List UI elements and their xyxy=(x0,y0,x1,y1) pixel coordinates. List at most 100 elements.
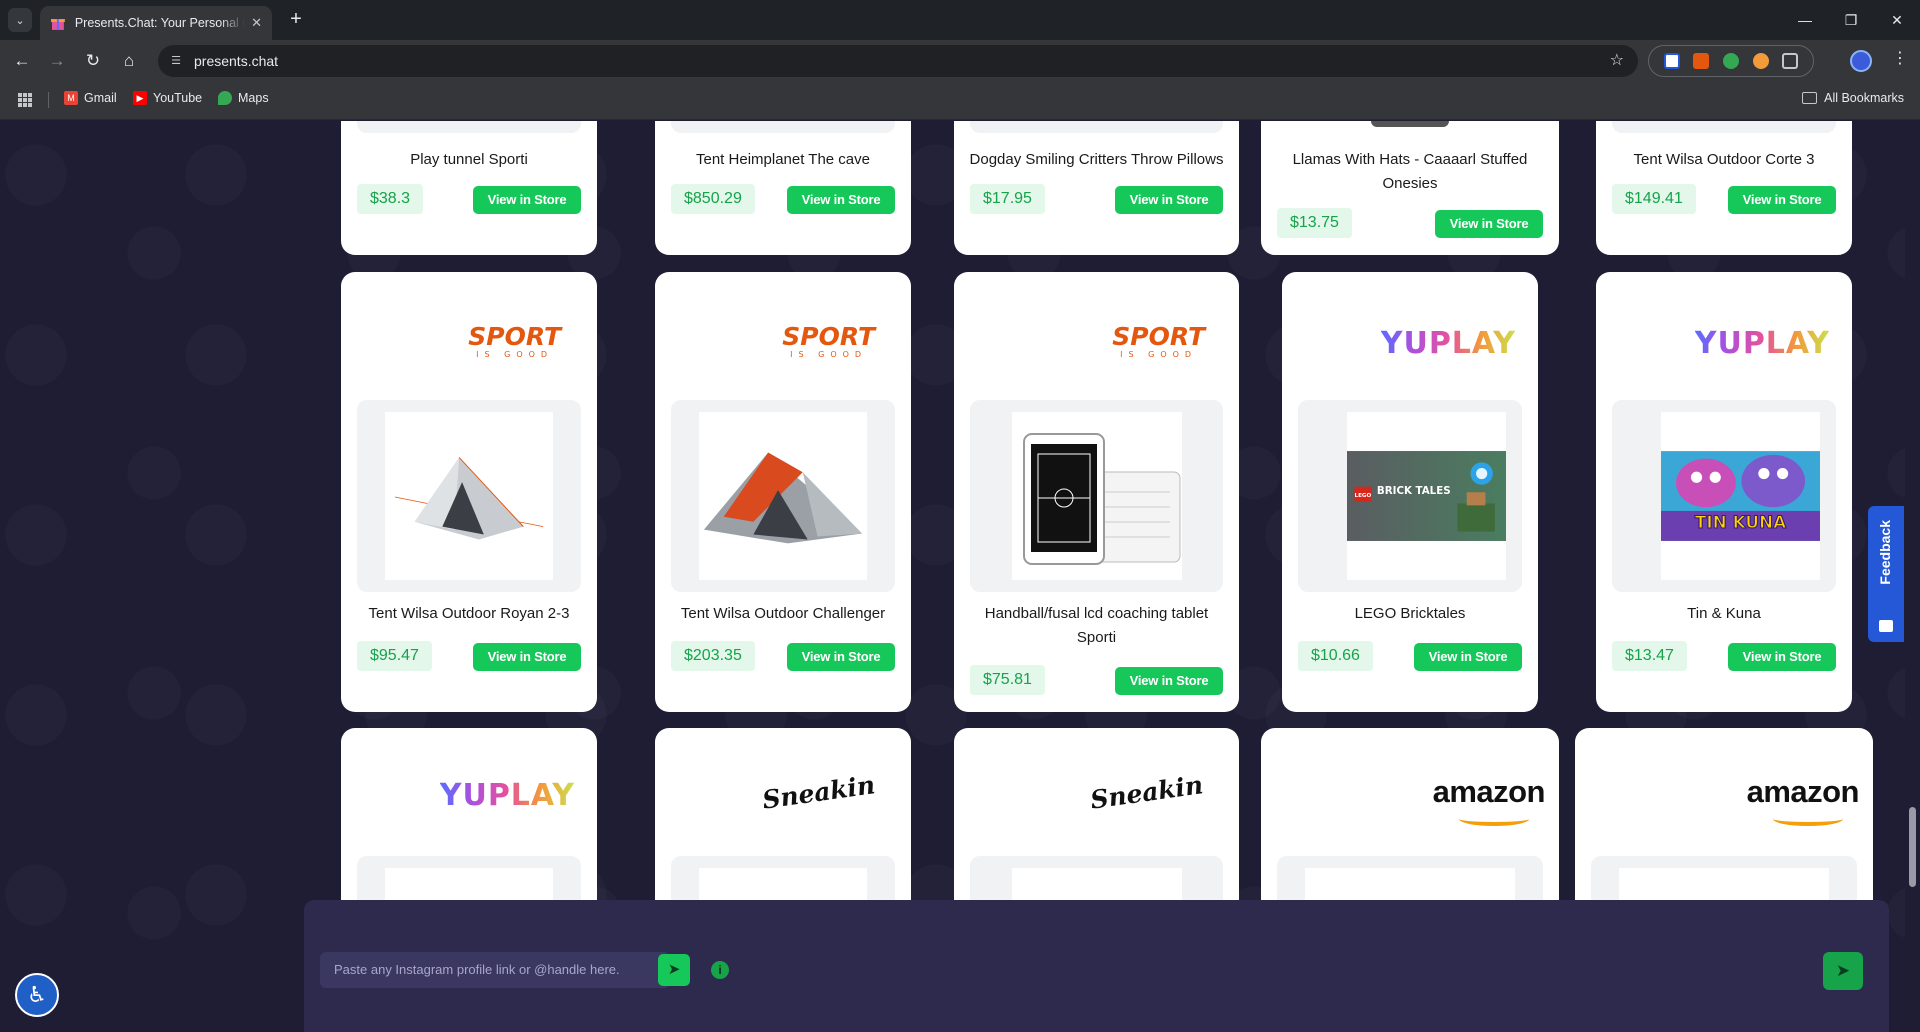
tab-close-icon[interactable]: ✕ xyxy=(251,15,262,31)
product-card: SPORT IS GOOD Tent Wilsa Outdoor Royan 2-… xyxy=(341,272,597,712)
product-title: Tent Wilsa Outdoor Corte 3 xyxy=(1633,151,1815,168)
instagram-handle-input[interactable]: Paste any Instagram profile link or @han… xyxy=(320,952,670,988)
all-bookmarks[interactable]: All Bookmarks xyxy=(1802,91,1904,105)
extensions-puzzle-icon[interactable] xyxy=(1782,53,1799,69)
product-card: Dogday Smiling Critters Throw Pillows $1… xyxy=(954,121,1239,255)
reload-icon[interactable]: ↻ xyxy=(80,48,106,74)
product-card: Play tunnel Sporti $38.3 View in Store xyxy=(341,121,597,255)
view-in-store-button[interactable]: View in Store xyxy=(473,186,581,214)
active-tab[interactable]: Presents.Chat: Your Personal Gift ✕ xyxy=(40,6,272,40)
tab-strip: ⌄ Presents.Chat: Your Personal Gift ✕ + … xyxy=(0,0,1920,40)
tab-search-button[interactable]: ⌄ xyxy=(8,8,32,32)
folder-icon xyxy=(1802,92,1818,104)
product-title: Play tunnel Sporti xyxy=(410,151,528,168)
feedback-tab[interactable]: Feedback xyxy=(1868,506,1904,642)
product-image-frame xyxy=(671,400,895,592)
bookmark-maps[interactable]: Maps xyxy=(218,91,269,105)
yuplay-logo: YUPLAY xyxy=(1694,326,1830,361)
tab-title: Presents.Chat: Your Personal Gift xyxy=(74,16,246,30)
home-icon[interactable]: ⌂ xyxy=(116,48,142,74)
sneakin-logo: Sneakin xyxy=(760,770,877,815)
view-in-store-button[interactable]: View in Store xyxy=(1414,643,1522,671)
svg-text:BRICK TALES: BRICK TALES xyxy=(1377,485,1451,497)
submit-send-button[interactable]: ➤ xyxy=(1823,952,1863,990)
presents-favicon-icon xyxy=(50,19,65,30)
bookmarks-divider xyxy=(48,92,49,108)
restore-icon[interactable]: ❐ xyxy=(1836,8,1866,32)
svg-text:TIN KUNA: TIN KUNA xyxy=(1695,512,1786,532)
chat-input-bar: Paste any Instagram profile link or @han… xyxy=(304,900,1889,1032)
view-in-store-button[interactable]: View in Store xyxy=(787,643,895,671)
product-image xyxy=(357,121,581,133)
product-price: $95.47 xyxy=(357,641,432,671)
product-image-frame xyxy=(357,400,581,592)
product-image xyxy=(671,121,895,133)
bookmark-label: YouTube xyxy=(153,91,203,105)
view-in-store-button[interactable]: View in Store xyxy=(1435,210,1543,238)
amazon-smile-icon xyxy=(1773,812,1843,826)
yuplay-logo: YUPLAY xyxy=(439,778,575,813)
product-title: Tent Heimplanet The cave xyxy=(696,151,870,168)
browser-menu-icon[interactable]: ⋮ xyxy=(1890,48,1910,68)
extension-2-icon[interactable] xyxy=(1693,53,1710,69)
tent-image[interactable] xyxy=(699,412,867,580)
url-text: presents.chat xyxy=(194,53,279,69)
product-card: Llamas With Hats - Caaaarl Stuffed Onesi… xyxy=(1261,121,1559,255)
accessibility-icon[interactable]: ♿ xyxy=(15,973,59,1017)
product-price: $75.81 xyxy=(970,665,1045,695)
sport-is-good-logo: SPORT IS GOOD xyxy=(782,322,875,360)
product-title: Tent Wilsa Outdoor Royan 2-3 xyxy=(368,605,570,622)
site-info-icon[interactable]: ☰ xyxy=(166,51,186,71)
product-image xyxy=(1371,121,1449,127)
product-title: Tent Wilsa Outdoor Challenger xyxy=(680,605,886,622)
bookmarks-bar: M Gmail ▶ YouTube Maps All Bookmarks xyxy=(0,80,1920,120)
sport-is-good-logo: SPORT IS GOOD xyxy=(1112,322,1205,360)
product-price: $38.3 xyxy=(357,184,424,214)
bookmark-gmail[interactable]: M Gmail xyxy=(64,91,117,105)
extension-1-icon[interactable] xyxy=(1663,53,1680,69)
back-icon[interactable]: ← xyxy=(9,48,35,74)
coaching-tablet-image[interactable] xyxy=(1011,412,1182,580)
product-image-frame: LEGO BRICK TALES xyxy=(1298,400,1522,592)
product-price: $13.47 xyxy=(1612,641,1687,671)
extensions-area xyxy=(1648,45,1814,77)
view-in-store-button[interactable]: View in Store xyxy=(1728,186,1836,214)
product-title: Llamas With Hats - Caaaarl Stuffed Onesi… xyxy=(1292,151,1528,192)
extension-4-icon[interactable] xyxy=(1752,53,1769,69)
bookmark-youtube[interactable]: ▶ YouTube xyxy=(133,91,202,105)
view-in-store-button[interactable]: View in Store xyxy=(473,643,581,671)
product-title: Handball/fusal lcd coaching tablet Sport… xyxy=(984,605,1209,646)
forward-icon[interactable]: → xyxy=(44,48,70,74)
new-tab-button[interactable]: + xyxy=(284,8,308,32)
extension-3-icon[interactable] xyxy=(1722,53,1739,69)
tent-image[interactable] xyxy=(385,412,553,580)
address-bar[interactable]: ☰ presents.chat ☆ xyxy=(158,45,1638,77)
scrollbar-thumb[interactable] xyxy=(1909,807,1916,887)
product-price: $850.29 xyxy=(671,184,755,214)
info-icon[interactable]: i xyxy=(711,961,729,979)
tin-kuna-image[interactable]: TIN KUNA xyxy=(1661,412,1820,580)
sneakin-logo: Sneakin xyxy=(1088,770,1205,815)
bookmark-label: Maps xyxy=(238,91,269,105)
product-title: Tin & Kuna xyxy=(1687,605,1761,622)
send-icon[interactable]: ➤ xyxy=(658,954,690,986)
view-in-store-button[interactable]: View in Store xyxy=(787,186,895,214)
product-card: YUPLAY TIN KUNA Tin & Kuna $13.47 View i… xyxy=(1596,272,1852,712)
product-price: $10.66 xyxy=(1298,641,1373,671)
page-scrollbar[interactable] xyxy=(1905,121,1920,1032)
profile-avatar[interactable] xyxy=(1850,50,1872,72)
maps-icon xyxy=(218,91,232,105)
bookmark-star-icon[interactable]: ☆ xyxy=(1610,50,1624,70)
view-in-store-button[interactable]: View in Store xyxy=(1115,667,1223,695)
lego-bricktales-image[interactable]: LEGO BRICK TALES xyxy=(1347,412,1506,580)
product-card: YUPLAY LEGO BRICK TALES LEGO Bricktales … xyxy=(1282,272,1538,712)
view-in-store-button[interactable]: View in Store xyxy=(1728,643,1836,671)
view-in-store-button[interactable]: View in Store xyxy=(1115,186,1223,214)
apps-grid-icon[interactable] xyxy=(18,93,32,107)
page-viewport: Play tunnel Sporti $38.3 View in Store T… xyxy=(0,121,1920,1032)
product-card: SPORT IS GOOD Tent Wilsa Outdoor Challeng… xyxy=(655,272,911,712)
product-card: SPORT IS GOOD Handball/fusal lcd coaching… xyxy=(954,272,1239,712)
minimize-icon[interactable]: — xyxy=(1790,8,1820,32)
product-card: Tent Heimplanet The cave $850.29 View in… xyxy=(655,121,911,255)
close-window-icon[interactable]: ✕ xyxy=(1882,8,1912,32)
